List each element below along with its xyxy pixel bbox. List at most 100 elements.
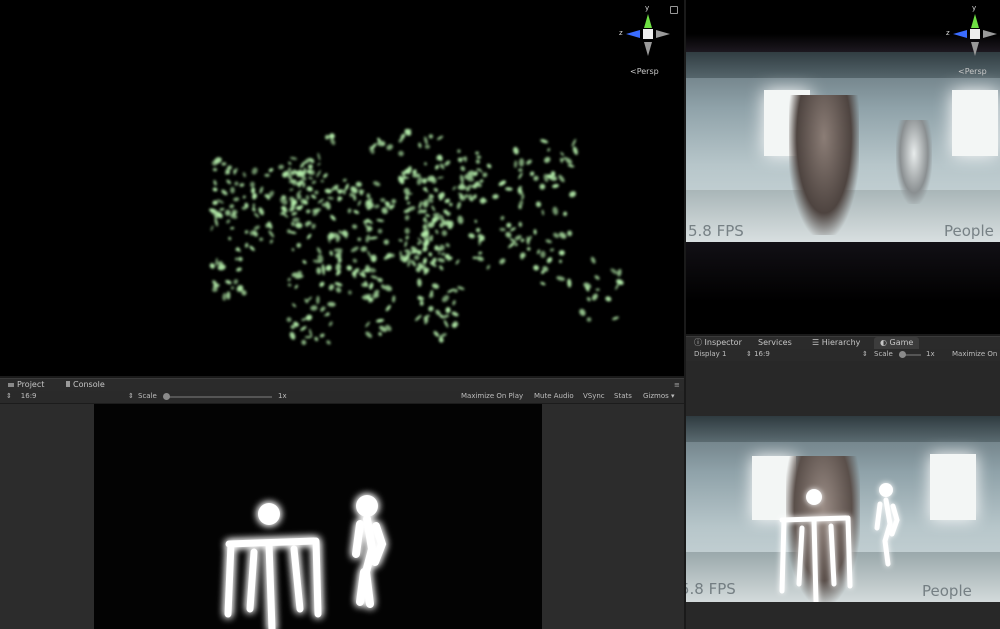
particle-leaf bbox=[342, 178, 347, 182]
scene-view-video[interactable]: 5.8 FPS People y z <Persp bbox=[686, 0, 1000, 334]
particle-leaf bbox=[302, 260, 307, 264]
particle-leaf bbox=[567, 164, 575, 168]
particle-leaf bbox=[452, 186, 457, 191]
particle-leaf bbox=[553, 232, 560, 239]
particle-leaf bbox=[441, 252, 446, 256]
particle-leaf bbox=[428, 252, 433, 257]
particle-leaf bbox=[376, 218, 384, 223]
maximize-on-play-toggle[interactable]: Maximize On Play bbox=[461, 391, 523, 401]
scale-slider-knob-right[interactable] bbox=[899, 351, 906, 358]
particle-leaf bbox=[311, 223, 316, 229]
scale-label-right: Scale bbox=[874, 350, 893, 358]
particle-leaf bbox=[514, 243, 518, 246]
particle-leaf bbox=[449, 202, 453, 207]
tab-console[interactable]: Console bbox=[60, 379, 111, 391]
particle-leaf bbox=[221, 162, 227, 166]
particle-leaf bbox=[230, 286, 235, 290]
scale-dropdown-arrow-icon[interactable]: ⇕ bbox=[128, 391, 134, 401]
maximize-on-play-toggle-right[interactable]: Maximize On bbox=[952, 349, 997, 359]
tab-inspector[interactable]: ⓘ Inspector bbox=[688, 337, 748, 349]
particle-leaf bbox=[612, 316, 619, 321]
particle-leaf bbox=[433, 187, 439, 192]
particle-leaf bbox=[424, 144, 430, 149]
scene-orientation-gizmo-right[interactable]: y z bbox=[945, 4, 1000, 66]
particle-leaf bbox=[518, 158, 525, 167]
particle-leaf bbox=[404, 215, 410, 221]
gizmo-y-label: y bbox=[972, 4, 977, 12]
particle-leaf bbox=[437, 257, 445, 263]
particle-leaf bbox=[320, 179, 324, 183]
particle-leaf bbox=[431, 283, 440, 289]
game-view-left[interactable] bbox=[94, 404, 542, 629]
scene-orientation-gizmo[interactable]: y z bbox=[618, 4, 678, 66]
particle-leaf bbox=[253, 225, 260, 231]
scale-slider[interactable] bbox=[164, 396, 272, 398]
particle-leaf bbox=[500, 215, 505, 221]
lock-icon[interactable] bbox=[670, 6, 678, 14]
gizmos-dropdown[interactable]: Gizmos ▾ bbox=[643, 391, 675, 401]
particle-leaf bbox=[310, 305, 318, 311]
scale-dropdown-arrow-icon[interactable]: ⇕ bbox=[862, 349, 868, 359]
particle-leaf bbox=[290, 156, 298, 160]
particle-leaf bbox=[518, 221, 523, 227]
particle-leaf bbox=[233, 279, 239, 285]
particle-leaf bbox=[476, 155, 482, 159]
particle-leaf bbox=[326, 340, 331, 345]
game-view-right[interactable]: 5.8 FPS People bbox=[686, 416, 1000, 602]
particle-leaf bbox=[476, 256, 484, 262]
particle-leaf bbox=[455, 259, 460, 265]
particle-leaf bbox=[300, 326, 307, 331]
particle-leaf bbox=[249, 245, 255, 251]
stats-toggle[interactable]: Stats bbox=[614, 391, 632, 401]
aspect-dropdown[interactable]: ⇕ 16:9 bbox=[6, 391, 37, 401]
particle-leaf bbox=[460, 166, 466, 172]
particle-leaf bbox=[444, 160, 451, 166]
particle-leaf bbox=[291, 248, 295, 252]
tab-hierarchy[interactable]: ☰ Hierarchy bbox=[806, 337, 866, 349]
particle-leaf bbox=[518, 172, 523, 180]
particle-leaf bbox=[445, 243, 450, 248]
particle-leaf bbox=[595, 288, 600, 291]
persp-label: Persp bbox=[964, 67, 987, 76]
particle-leaf bbox=[242, 195, 246, 199]
particle-leaf bbox=[549, 248, 555, 252]
particle-leaf bbox=[301, 339, 307, 345]
particle-leaf bbox=[505, 231, 512, 238]
tab-project[interactable]: Project bbox=[2, 379, 50, 391]
particle-leaf bbox=[526, 159, 532, 165]
aspect-dropdown-right[interactable]: ⇕ 16:9 bbox=[746, 349, 770, 359]
particle-leaf bbox=[418, 201, 423, 209]
particle-leaf bbox=[475, 159, 480, 164]
particle-leaf bbox=[391, 295, 396, 303]
particle-leaf bbox=[317, 152, 321, 161]
panel-menu-icon[interactable]: ≡ bbox=[674, 382, 680, 389]
particle-leaf bbox=[422, 257, 427, 265]
particle-leaf bbox=[571, 138, 577, 147]
persp-toggle-right[interactable]: <Persp bbox=[958, 67, 987, 76]
info-icon: ⓘ bbox=[694, 338, 702, 347]
people-overlay: People bbox=[944, 222, 994, 240]
vsync-toggle[interactable]: VSync bbox=[583, 391, 605, 401]
particle-leaf bbox=[347, 208, 352, 214]
particle-leaf bbox=[378, 332, 382, 336]
tab-game[interactable]: ◐ Game bbox=[874, 337, 920, 349]
particle-leaf bbox=[215, 257, 218, 267]
particle-figures bbox=[209, 128, 624, 345]
scale-slider-knob[interactable] bbox=[163, 393, 170, 400]
particle-leaf bbox=[374, 204, 380, 209]
particle-leaf bbox=[352, 258, 358, 263]
scene-view-particles[interactable]: y z <Persp bbox=[0, 0, 684, 376]
warehouse-video-plane: 5.8 FPS People bbox=[686, 50, 1000, 242]
particle-leaf bbox=[334, 282, 343, 287]
tab-services[interactable]: Services bbox=[752, 337, 798, 349]
particle-leaf bbox=[510, 227, 516, 232]
particle-leaf bbox=[441, 295, 450, 303]
particle-leaf bbox=[221, 189, 228, 196]
particle-leaf bbox=[287, 283, 292, 287]
mute-audio-toggle[interactable]: Mute Audio bbox=[534, 391, 574, 401]
display-dropdown[interactable]: Display 1 bbox=[694, 349, 726, 359]
persp-toggle[interactable]: <Persp bbox=[630, 67, 659, 76]
particle-leaf bbox=[459, 174, 464, 184]
particle-leaf bbox=[540, 281, 546, 286]
particle-leaf bbox=[209, 263, 215, 269]
